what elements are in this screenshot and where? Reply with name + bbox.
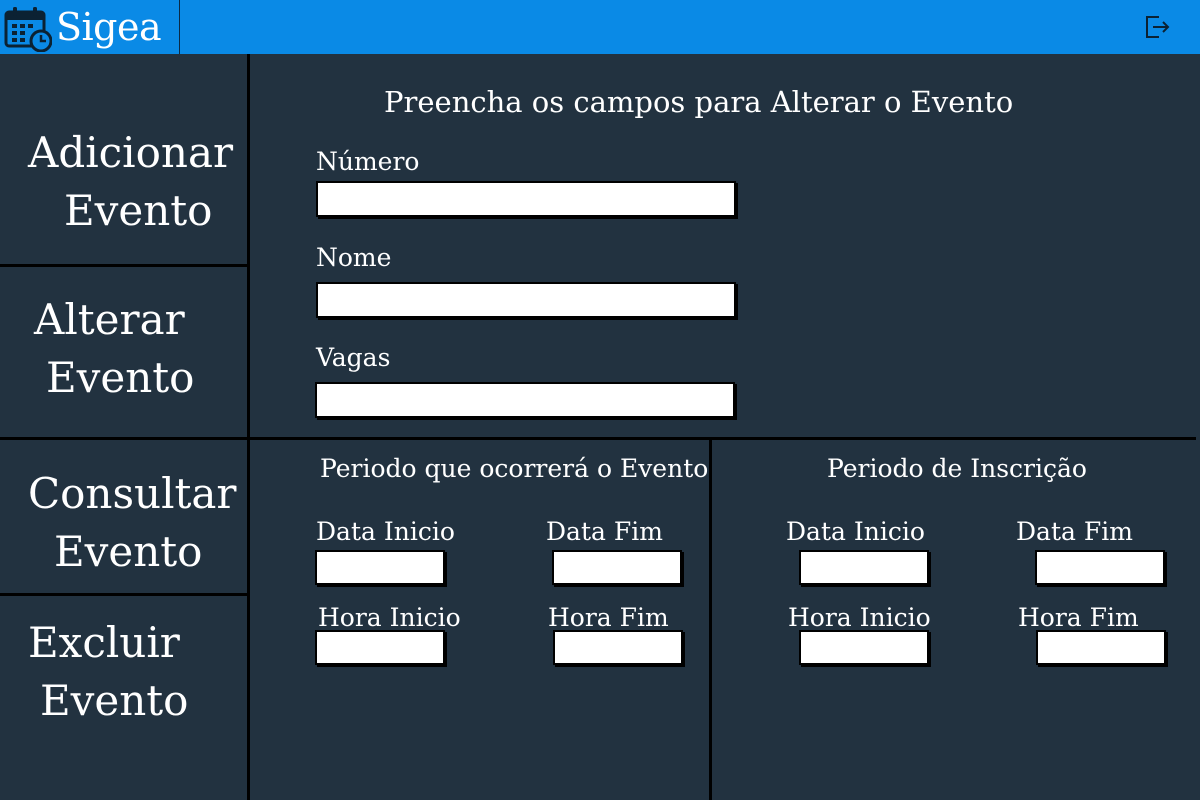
- app-title: Sigea: [56, 5, 162, 49]
- inscricao-data-fim-label: Data Fim: [1016, 517, 1133, 546]
- nome-input[interactable]: [316, 282, 736, 318]
- calendar-clock-icon: [4, 7, 52, 52]
- sidebar-item-alterar-evento[interactable]: Alterar Evento: [0, 267, 247, 437]
- sidebar-item-adicionar-evento[interactable]: Adicionar Evento: [0, 54, 247, 264]
- numero-input[interactable]: [316, 181, 736, 217]
- inscricao-data-inicio-input[interactable]: [799, 550, 929, 585]
- sidebar: Adicionar Evento Alterar Evento Consulta…: [0, 54, 250, 800]
- sidebar-item-label: Alterar: [34, 295, 185, 344]
- inscricao-data-fim-input[interactable]: [1035, 550, 1165, 585]
- inscricao-data-inicio-label: Data Inicio: [786, 517, 925, 546]
- vagas-label: Vagas: [316, 343, 391, 372]
- evento-hora-inicio-label: Hora Inicio: [318, 603, 461, 632]
- period-divider: [709, 440, 712, 800]
- sidebar-item-consultar-evento[interactable]: Consultar Evento: [0, 440, 247, 593]
- brand[interactable]: Sigea: [0, 0, 180, 54]
- vagas-input[interactable]: [315, 382, 735, 418]
- periodo-inscricao-title: Periodo de Inscrição: [827, 454, 1087, 483]
- inscricao-hora-fim-input[interactable]: [1036, 630, 1166, 665]
- evento-data-inicio-input[interactable]: [315, 550, 445, 585]
- evento-hora-fim-label: Hora Fim: [548, 603, 669, 632]
- inscricao-hora-inicio-label: Hora Inicio: [788, 603, 931, 632]
- evento-data-fim-input[interactable]: [552, 550, 682, 585]
- sidebar-item-label: Evento: [40, 676, 189, 725]
- sidebar-item-label: Evento: [54, 527, 203, 576]
- periodo-evento-title: Periodo que ocorrerá o Evento: [320, 454, 709, 483]
- top-bar: Sigea: [0, 0, 1200, 54]
- sidebar-item-label: Excluir: [28, 618, 180, 667]
- sidebar-item-label: Adicionar: [28, 128, 234, 177]
- evento-hora-inicio-input[interactable]: [315, 630, 445, 665]
- numero-label: Número: [316, 147, 420, 176]
- sidebar-item-label: Evento: [64, 186, 213, 235]
- logout-icon[interactable]: [1143, 13, 1171, 41]
- form-title: Preencha os campos para Alterar o Evento: [384, 85, 1014, 119]
- inscricao-hora-inicio-input[interactable]: [799, 630, 929, 665]
- sidebar-item-label: Consultar: [28, 469, 237, 518]
- nome-label: Nome: [316, 243, 392, 272]
- evento-hora-fim-input[interactable]: [553, 630, 683, 665]
- inscricao-hora-fim-label: Hora Fim: [1018, 603, 1139, 632]
- sidebar-item-label: Evento: [46, 353, 195, 402]
- section-divider: [250, 437, 1196, 440]
- sidebar-item-excluir-evento[interactable]: Excluir Evento: [0, 596, 247, 800]
- evento-data-fim-label: Data Fim: [546, 517, 663, 546]
- evento-data-inicio-label: Data Inicio: [316, 517, 455, 546]
